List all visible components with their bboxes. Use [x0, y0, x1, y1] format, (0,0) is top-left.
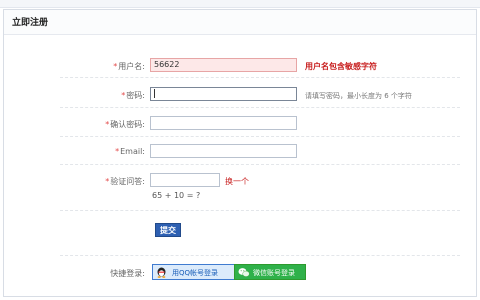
row-divider: [60, 255, 460, 256]
row-divider: [60, 107, 460, 108]
password-hint: 请填写密码，最小长度为 6 个字符: [305, 92, 412, 100]
panel-header: 立即注册: [4, 10, 476, 35]
confirm-password-label: 确认密码:: [110, 120, 145, 129]
username-value: 56622: [154, 60, 180, 69]
email-input[interactable]: [150, 144, 297, 158]
captcha-input[interactable]: [150, 173, 220, 187]
required-star: *: [105, 177, 110, 186]
username-error: 用户名包含敏感字符: [305, 62, 377, 71]
text-cursor: [154, 89, 155, 98]
wechat-icon: [238, 268, 250, 277]
required-star: *: [115, 147, 120, 156]
qq-login-button[interactable]: 用QQ帐号登录: [152, 264, 243, 280]
submit-button[interactable]: 提交: [155, 223, 181, 237]
password-label-row: *密码:: [35, 90, 145, 101]
password-input[interactable]: [150, 87, 297, 101]
email-label: Email:: [120, 147, 145, 156]
captcha-label-row: *验证问答:: [35, 176, 145, 187]
required-star: *: [105, 120, 110, 129]
captcha-label: 验证问答:: [110, 177, 145, 186]
wechat-login-label: 微信账号登录: [253, 269, 295, 277]
row-divider: [60, 136, 460, 137]
qq-penguin-icon: [157, 267, 166, 278]
username-label: 用户名:: [118, 62, 145, 71]
email-label-row: *Email:: [35, 147, 145, 156]
required-star: *: [121, 91, 126, 100]
row-divider: [60, 164, 460, 165]
qq-login-label: 用QQ帐号登录: [172, 269, 219, 277]
username-input[interactable]: 56622: [150, 58, 297, 72]
required-star: *: [113, 62, 118, 71]
row-divider: [60, 77, 460, 78]
top-bar: [0, 0, 480, 8]
confirm-password-input[interactable]: [150, 116, 297, 130]
password-label: 密码:: [126, 91, 145, 100]
quick-login-label: 快捷登录:: [110, 269, 145, 278]
row-divider: [60, 210, 460, 211]
page-title: 立即注册: [12, 18, 49, 28]
wechat-login-button[interactable]: 微信账号登录: [234, 264, 306, 280]
username-label-row: *用户名:: [35, 61, 145, 72]
confirm-password-label-row: *确认密码:: [35, 119, 145, 130]
captcha-question: 65 + 10 = ?: [152, 191, 201, 200]
captcha-refresh-link[interactable]: 换一个: [225, 176, 249, 187]
